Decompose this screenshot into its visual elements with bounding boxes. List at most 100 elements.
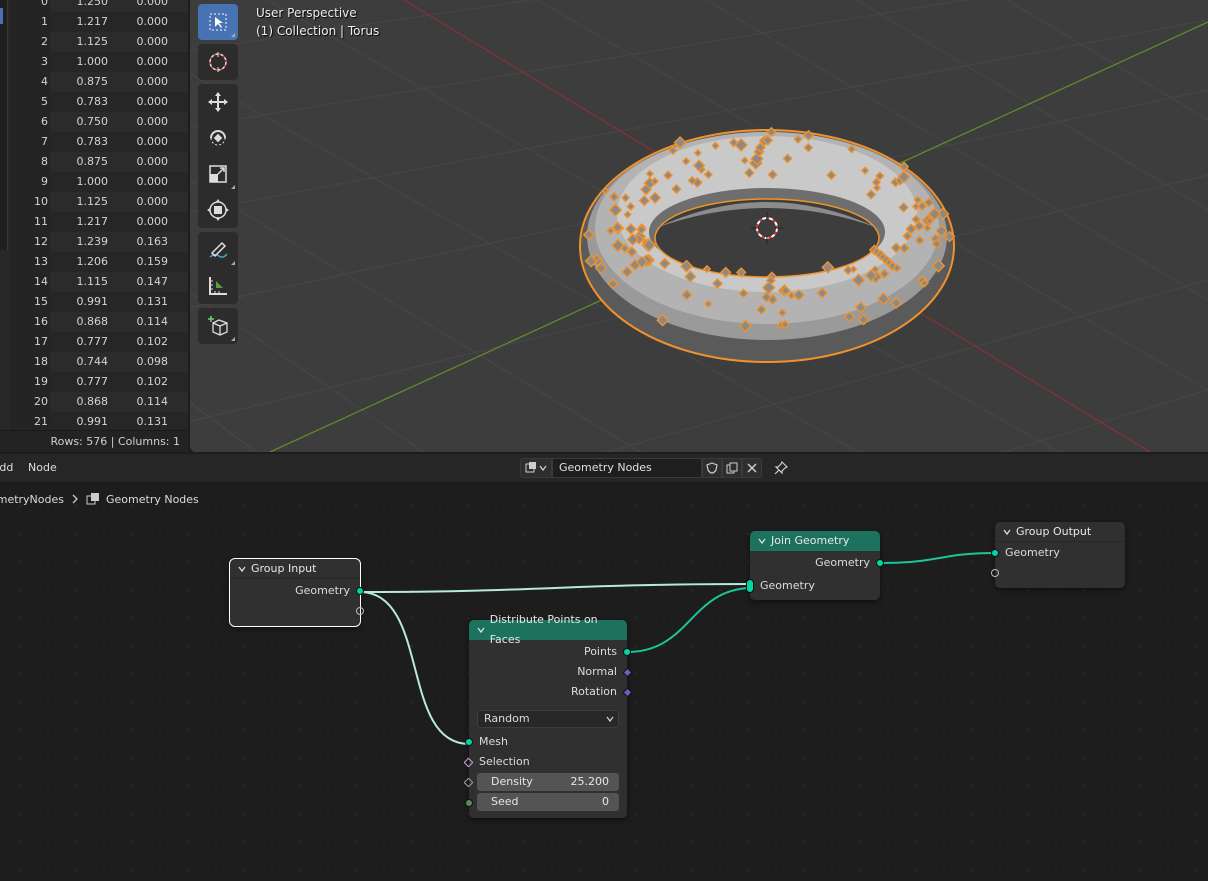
geometry-output-socket[interactable] (356, 587, 364, 595)
collapse-chevron-icon[interactable] (238, 565, 246, 573)
node-editor[interactable]: Add Node Geometry Nodes GeometryNodes Ge… (0, 454, 1208, 881)
value-x-cell: 0.875 (50, 152, 110, 172)
table-row: 11 1.217 0.000 (10, 212, 188, 232)
row-index-cell: 2 (10, 32, 50, 52)
group-input-node[interactable]: Group Input Geometry (229, 558, 364, 627)
table-filler (170, 72, 188, 92)
empty-output-socket[interactable] (356, 607, 364, 615)
geometry-input-socket[interactable] (991, 549, 999, 557)
breadcrumb-modifier[interactable]: GeometryNodes (0, 493, 64, 506)
value-y-cell: 0.000 (110, 0, 170, 12)
field-value: 25.200 (570, 775, 610, 788)
output-geometry-row: Geometry (750, 553, 884, 573)
value-x-cell: 1.239 (50, 232, 110, 252)
node-group-name-field[interactable]: Geometry Nodes (552, 458, 702, 478)
node-menu[interactable]: Node (28, 461, 57, 474)
geometry-output-socket[interactable] (876, 559, 884, 567)
points-output-socket[interactable] (623, 648, 631, 656)
collapse-chevron-icon[interactable] (477, 626, 485, 634)
transform-icon (207, 199, 229, 221)
seed-field[interactable]: Seed 0 (477, 793, 619, 811)
table-filler (170, 0, 188, 12)
value-y-cell: 0.114 (110, 392, 170, 412)
node-tree-icon (525, 462, 536, 473)
table-row: 18 0.744 0.098 (10, 352, 188, 372)
node-title: Group Output (1016, 524, 1092, 538)
table-row: 10 1.125 0.000 (10, 192, 188, 212)
transform-tool[interactable] (198, 192, 238, 228)
socket-label: Geometry (760, 579, 815, 592)
table-row: 0 1.250 0.000 (10, 0, 188, 12)
move-tool[interactable] (198, 84, 238, 120)
table-row: 9 1.000 0.000 (10, 172, 188, 192)
fake-user-button[interactable] (702, 458, 722, 478)
rotation-output-socket[interactable] (622, 687, 633, 698)
seed-input-socket[interactable] (465, 799, 473, 807)
table-filler (170, 212, 188, 232)
socket-label: Mesh (479, 735, 508, 748)
table-filler (170, 292, 188, 312)
table-filler (170, 332, 188, 352)
pin-icon[interactable] (774, 461, 788, 475)
active-object-label: (1) Collection | Torus (256, 24, 380, 38)
value-x-cell: 0.991 (50, 412, 110, 432)
measure-tool[interactable] (198, 268, 238, 304)
unlink-button[interactable] (742, 458, 762, 478)
value-y-cell: 0.000 (110, 172, 170, 192)
move-icon (208, 92, 228, 112)
table-row: 16 0.868 0.114 (10, 312, 188, 332)
value-y-cell: 0.000 (110, 32, 170, 52)
table-row: 2 1.125 0.000 (10, 32, 188, 52)
tool-shelf (198, 4, 238, 348)
cursor-tool[interactable] (198, 44, 238, 80)
breadcrumb-group[interactable]: Geometry Nodes (106, 493, 199, 506)
collapse-chevron-icon[interactable] (1003, 528, 1011, 536)
distribute-points-node[interactable]: Distribute Points on Faces Points Normal… (463, 613, 633, 818)
group-output-node[interactable]: Group Output Geometry (991, 522, 1125, 588)
node-header[interactable]: Distribute Points on Faces (469, 613, 627, 646)
collapse-chevron-icon[interactable] (758, 537, 766, 545)
node-title: Join Geometry (771, 534, 850, 547)
node-title: Group Input (251, 561, 317, 575)
viewport-scene[interactable] (190, 0, 1208, 452)
density-field[interactable]: Density 25.200 (477, 773, 619, 791)
value-y-cell: 0.159 (110, 252, 170, 272)
spreadsheet-sidebar[interactable] (0, 0, 8, 250)
spreadsheet-table[interactable]: 0 1.250 0.000 1 1.217 0.000 2 1.125 0.000 3 1.000 0… (10, 0, 188, 432)
scale-tool[interactable] (198, 156, 238, 192)
select-box-tool[interactable] (198, 4, 238, 40)
node-tree-icon (86, 493, 99, 505)
row-index-cell: 14 (10, 272, 50, 292)
row-index-cell: 15 (10, 292, 50, 312)
value-y-cell: 0.102 (110, 332, 170, 352)
socket-label: Points (583, 645, 617, 658)
node-header[interactable]: Group Input (230, 559, 360, 579)
table-row: 1 1.217 0.000 (10, 12, 188, 32)
rotate-tool[interactable] (198, 120, 238, 156)
3d-viewport[interactable]: User Perspective (1) Collection | Torus (190, 0, 1208, 452)
normal-output-socket[interactable] (622, 667, 633, 678)
empty-input-socket[interactable] (991, 569, 999, 577)
annotate-tool[interactable] (198, 232, 238, 268)
table-filler (170, 372, 188, 392)
node-header[interactable]: Group Output (995, 522, 1125, 542)
node-header[interactable]: Join Geometry (750, 531, 880, 551)
value-x-cell: 1.000 (50, 52, 110, 72)
distribute-method-dropdown[interactable]: Random (477, 710, 619, 728)
table-row: 20 0.868 0.114 (10, 392, 188, 412)
join-geometry-node[interactable]: Join Geometry Geometry Geometry (746, 531, 884, 600)
density-input-socket[interactable] (463, 777, 474, 788)
row-index-cell: 7 (10, 132, 50, 152)
value-x-cell: 1.217 (50, 212, 110, 232)
add-menu[interactable]: Add (0, 461, 13, 474)
viewport-info-overlay: User Perspective (1) Collection | Torus (256, 4, 379, 40)
mesh-input-socket[interactable] (465, 738, 473, 746)
duplicate-button[interactable] (722, 458, 742, 478)
add-cube-tool[interactable] (198, 308, 238, 344)
output-rotation-row: Rotation (469, 682, 633, 702)
geometry-multi-input-socket[interactable] (746, 579, 754, 593)
table-filler (170, 352, 188, 372)
value-x-cell: 0.744 (50, 352, 110, 372)
selection-input-socket[interactable] (463, 757, 474, 768)
node-group-browse-button[interactable] (520, 458, 552, 478)
